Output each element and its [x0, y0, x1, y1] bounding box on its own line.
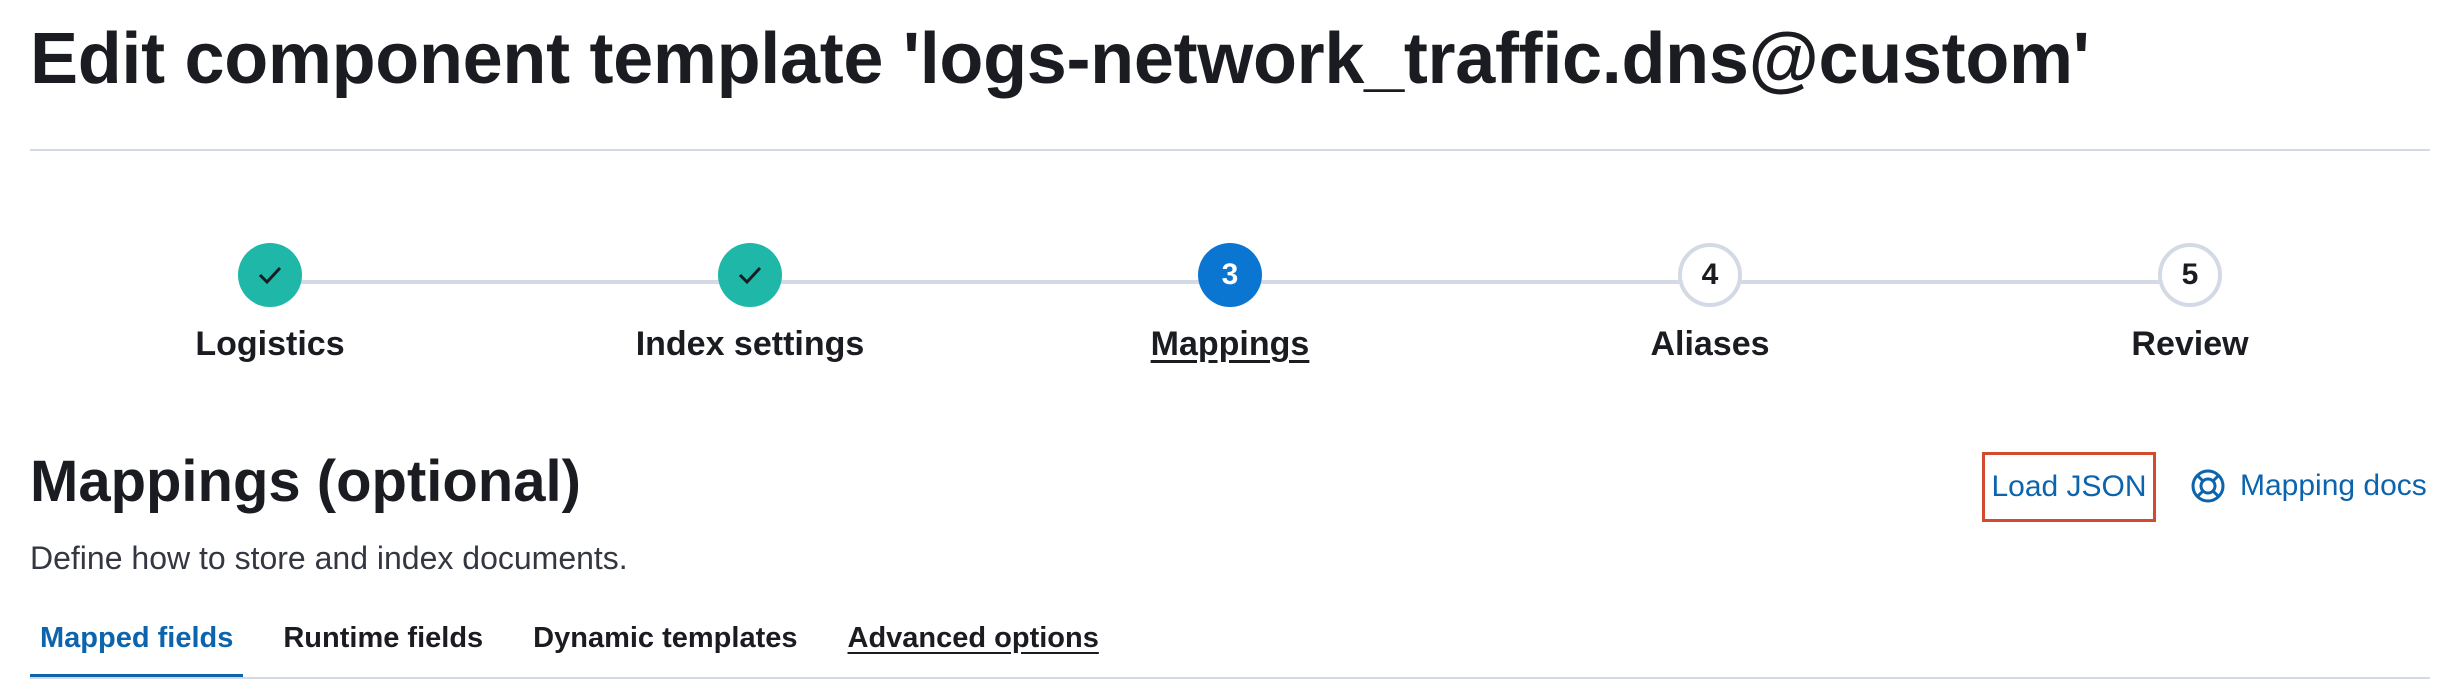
stepper: Logistics Index settings 3 Mappings 4 Al… — [0, 243, 2446, 383]
step-number: 3 — [1198, 243, 1262, 307]
section-description: Define how to store and index documents. — [30, 540, 628, 576]
check-icon — [738, 266, 762, 285]
tabs-divider — [30, 677, 2430, 679]
step-index-settings[interactable]: Index settings — [600, 243, 900, 364]
tab-bar: Mapped fields Runtime fields Dynamic tem… — [30, 610, 1139, 682]
step-label: Index settings — [635, 325, 865, 363]
tab-mapped-fields[interactable]: Mapped fields — [30, 610, 244, 678]
mapping-docs-label: Mapping docs — [2240, 469, 2427, 502]
tab-label: Dynamic templates — [533, 622, 798, 654]
tab-dynamic-templates[interactable]: Dynamic templates — [523, 610, 807, 670]
step-complete-indicator — [718, 243, 782, 307]
step-label: Mappings — [1150, 325, 1310, 363]
load-json-button[interactable]: Load JSON — [1982, 452, 2156, 522]
help-lifebuoy-icon — [2191, 469, 2225, 503]
step-label: Aliases — [1650, 325, 1770, 363]
tab-label: Mapped fields — [40, 622, 234, 654]
step-number: 5 — [2158, 243, 2222, 307]
mapping-docs-link[interactable]: Mapping docs — [2190, 468, 2427, 504]
title-divider — [30, 149, 2430, 151]
step-mappings[interactable]: 3 Mappings — [1080, 243, 1380, 364]
step-number: 4 — [1678, 243, 1742, 307]
tab-advanced-options[interactable]: Advanced options — [838, 610, 1109, 670]
step-logistics[interactable]: Logistics — [120, 243, 420, 364]
section-title: Mappings (optional) — [30, 449, 581, 514]
page-title: Edit component template 'logs-network_tr… — [30, 19, 2090, 99]
step-review[interactable]: 5 Review — [2040, 243, 2340, 364]
tab-label: Advanced options — [847, 622, 1099, 654]
tab-runtime-fields[interactable]: Runtime fields — [273, 610, 493, 670]
tab-label: Runtime fields — [283, 622, 484, 654]
check-icon — [258, 266, 282, 285]
step-label: Logistics — [195, 325, 345, 363]
step-aliases[interactable]: 4 Aliases — [1560, 243, 1860, 364]
step-complete-indicator — [238, 243, 302, 307]
step-label: Review — [2131, 325, 2249, 363]
